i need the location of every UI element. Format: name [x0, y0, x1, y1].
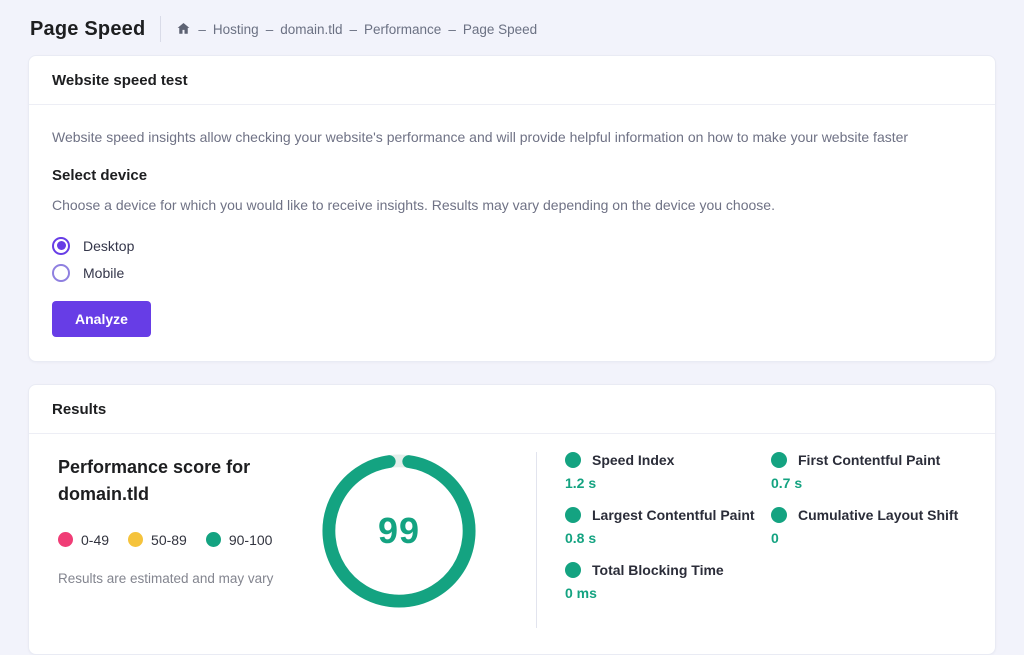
metric-label: Largest Contentful Paint — [592, 507, 755, 523]
speed-test-card-title: Website speed test — [29, 56, 995, 105]
metric-label: Speed Index — [592, 452, 674, 468]
results-card-title: Results — [29, 385, 995, 434]
gauge-score-value: 99 — [320, 452, 478, 610]
breadcrumb: – Hosting – domain.tld – Performance – P… — [176, 22, 537, 37]
breadcrumb-item-page-speed: Page Speed — [463, 22, 537, 37]
breadcrumb-separator: – — [266, 22, 274, 37]
metric-value: 0.7 s — [771, 475, 972, 491]
select-device-description: Choose a device for which you would like… — [52, 195, 972, 215]
legend-dot-green-icon — [206, 532, 221, 547]
metric-dot-icon — [565, 452, 581, 468]
radio-mobile-unselected-icon[interactable] — [52, 264, 70, 282]
page-title: Page Speed — [30, 18, 145, 41]
metric-cumulative-layout-shift: Cumulative Layout Shift 0 — [771, 507, 972, 546]
radio-mobile-label: Mobile — [83, 265, 124, 281]
radio-desktop-label: Desktop — [83, 238, 134, 254]
header-divider — [160, 16, 161, 42]
breadcrumb-item-domain[interactable]: domain.tld — [280, 22, 342, 37]
breadcrumb-separator: – — [198, 22, 206, 37]
radio-option-desktop[interactable]: Desktop — [52, 237, 134, 255]
legend-item-low: 0-49 — [58, 532, 109, 548]
legend-item-high: 90-100 — [206, 532, 273, 548]
legend-dot-yellow-icon — [128, 532, 143, 547]
metric-label: First Contentful Paint — [798, 452, 940, 468]
breadcrumb-separator: – — [448, 22, 456, 37]
metric-dot-icon — [771, 452, 787, 468]
results-card-body: Performance score for domain.tld 0-49 50… — [29, 434, 995, 654]
results-card: Results Performance score for domain.tld… — [28, 384, 996, 655]
radio-desktop-selected-icon[interactable] — [52, 237, 70, 255]
score-title: Performance score for domain.tld — [58, 454, 290, 508]
home-icon[interactable] — [176, 21, 191, 36]
score-note: Results are estimated and may vary — [58, 571, 290, 586]
radio-option-mobile[interactable]: Mobile — [52, 264, 124, 282]
metric-dot-icon — [565, 562, 581, 578]
breadcrumb-item-hosting[interactable]: Hosting — [213, 22, 259, 37]
device-radio-group: Desktop Mobile — [52, 237, 972, 282]
metric-largest-contentful-paint: Largest Contentful Paint 0.8 s — [565, 507, 771, 546]
score-info: Performance score for domain.tld 0-49 50… — [58, 452, 290, 586]
breadcrumb-separator: – — [350, 22, 358, 37]
speed-test-card-body: Website speed insights allow checking yo… — [29, 105, 995, 361]
metric-value: 0 ms — [565, 585, 771, 601]
analyze-button[interactable]: Analyze — [52, 301, 151, 337]
metric-dot-icon — [565, 507, 581, 523]
legend-dot-red-icon — [58, 532, 73, 547]
legend-label-medium: 50-89 — [151, 532, 187, 548]
page-header: Page Speed – Hosting – domain.tld – Perf… — [0, 0, 1024, 55]
legend-label-low: 0-49 — [81, 532, 109, 548]
metric-label: Cumulative Layout Shift — [798, 507, 958, 523]
metric-speed-index: Speed Index 1.2 s — [565, 452, 771, 491]
metric-value: 0.8 s — [565, 530, 771, 546]
metric-label: Total Blocking Time — [592, 562, 724, 578]
score-legend: 0-49 50-89 90-100 — [58, 532, 290, 548]
breadcrumb-item-performance[interactable]: Performance — [364, 22, 441, 37]
performance-score-gauge: 99 — [320, 452, 478, 610]
legend-item-medium: 50-89 — [128, 532, 187, 548]
legend-label-high: 90-100 — [229, 532, 273, 548]
speed-test-description: Website speed insights allow checking yo… — [52, 127, 972, 147]
metric-value: 0 — [771, 530, 972, 546]
select-device-title: Select device — [52, 167, 972, 184]
metric-first-contentful-paint: First Contentful Paint 0.7 s — [771, 452, 972, 491]
metrics-grid: Speed Index 1.2 s First Contentful Paint… — [537, 452, 972, 601]
speed-test-card: Website speed test Website speed insight… — [28, 55, 996, 362]
metric-dot-icon — [771, 507, 787, 523]
metric-total-blocking-time: Total Blocking Time 0 ms — [565, 562, 771, 601]
main-content: Website speed test Website speed insight… — [0, 55, 1024, 655]
metric-value: 1.2 s — [565, 475, 771, 491]
